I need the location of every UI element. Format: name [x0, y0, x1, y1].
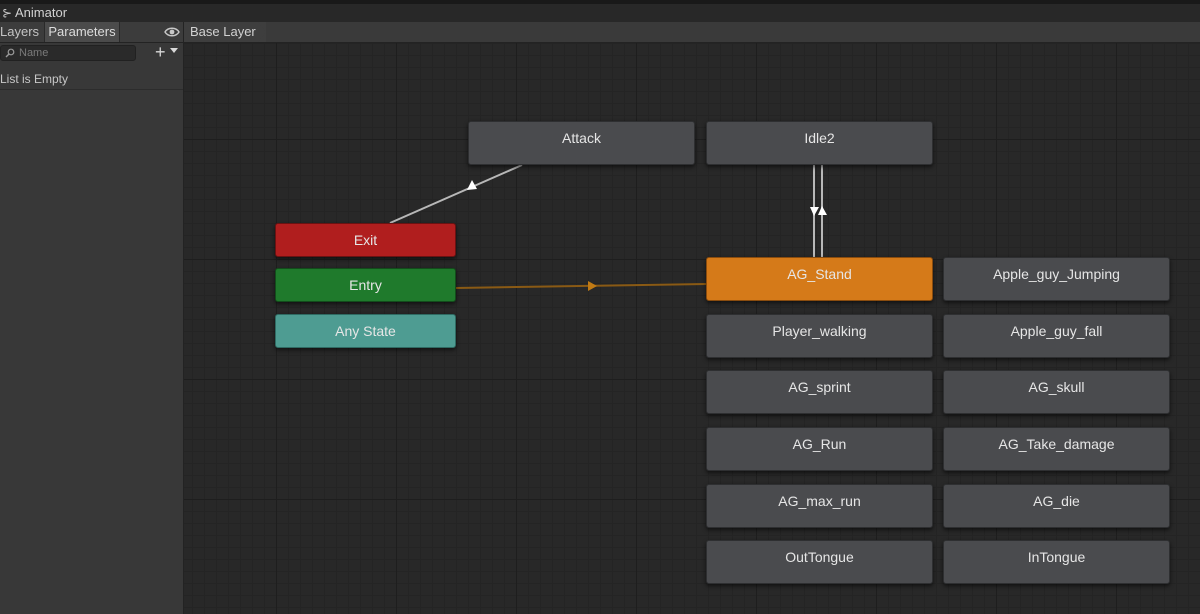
breadcrumb-base-layer[interactable]: Base Layer — [184, 22, 266, 42]
empty-list-message: List is Empty — [0, 72, 69, 86]
add-parameter-button[interactable]: + — [153, 42, 181, 62]
state-ag-die[interactable]: AG_die — [943, 484, 1170, 528]
state-outtongue[interactable]: OutTongue — [706, 540, 933, 584]
search-placeholder: Name — [19, 47, 49, 59]
window-titlebar: ⊱ Animator — [0, 4, 1200, 22]
chevron-down-icon — [170, 48, 178, 53]
transition-entry-to-agstand[interactable] — [455, 283, 707, 289]
state-entry[interactable]: Entry — [275, 268, 456, 302]
transition-arrow-icon — [818, 206, 827, 215]
search-icon — [5, 48, 15, 58]
panel-tabs: Layers Parameters — [0, 22, 183, 43]
transition-arrow-icon — [588, 281, 597, 291]
state-ag-stand[interactable]: AG_Stand — [706, 257, 933, 301]
breadcrumb-bar: Base Layer — [184, 22, 1200, 43]
tab-layers[interactable]: Layers — [0, 22, 44, 42]
breadcrumb-arrow — [258, 22, 266, 42]
plus-icon: + — [155, 42, 166, 62]
state-any-state[interactable]: Any State — [275, 314, 456, 348]
animator-icon: ⊱ — [2, 6, 13, 20]
state-idle2[interactable]: Idle2 — [706, 121, 933, 165]
eye-icon[interactable] — [164, 25, 180, 39]
state-ag-max-run[interactable]: AG_max_run — [706, 484, 933, 528]
state-intongue[interactable]: InTongue — [943, 540, 1170, 584]
state-ag-take-damage[interactable]: AG_Take_damage — [943, 427, 1170, 471]
search-input[interactable]: Name — [0, 45, 136, 61]
parameters-panel: Layers Parameters Name + List is Empty — [0, 22, 184, 614]
state-player-walking[interactable]: Player_walking — [706, 314, 933, 358]
search-row: Name + — [0, 43, 183, 65]
state-apple-guy-fall[interactable]: Apple_guy_fall — [943, 314, 1170, 358]
state-exit[interactable]: Exit — [275, 223, 456, 257]
state-machine-graph[interactable]: Attack Idle2 Exit Entry Any State AG_Sta… — [184, 43, 1200, 614]
window-title: Animator — [15, 5, 68, 20]
tab-parameters[interactable]: Parameters — [44, 22, 120, 42]
transition-arrow-icon — [810, 207, 819, 216]
state-ag-run[interactable]: AG_Run — [706, 427, 933, 471]
divider — [0, 89, 183, 90]
state-ag-skull[interactable]: AG_skull — [943, 370, 1170, 414]
state-apple-guy-jumping[interactable]: Apple_guy_Jumping — [943, 257, 1170, 301]
transition-exit-to-attack[interactable] — [389, 164, 523, 224]
state-ag-sprint[interactable]: AG_sprint — [706, 370, 933, 414]
state-attack[interactable]: Attack — [468, 121, 695, 165]
